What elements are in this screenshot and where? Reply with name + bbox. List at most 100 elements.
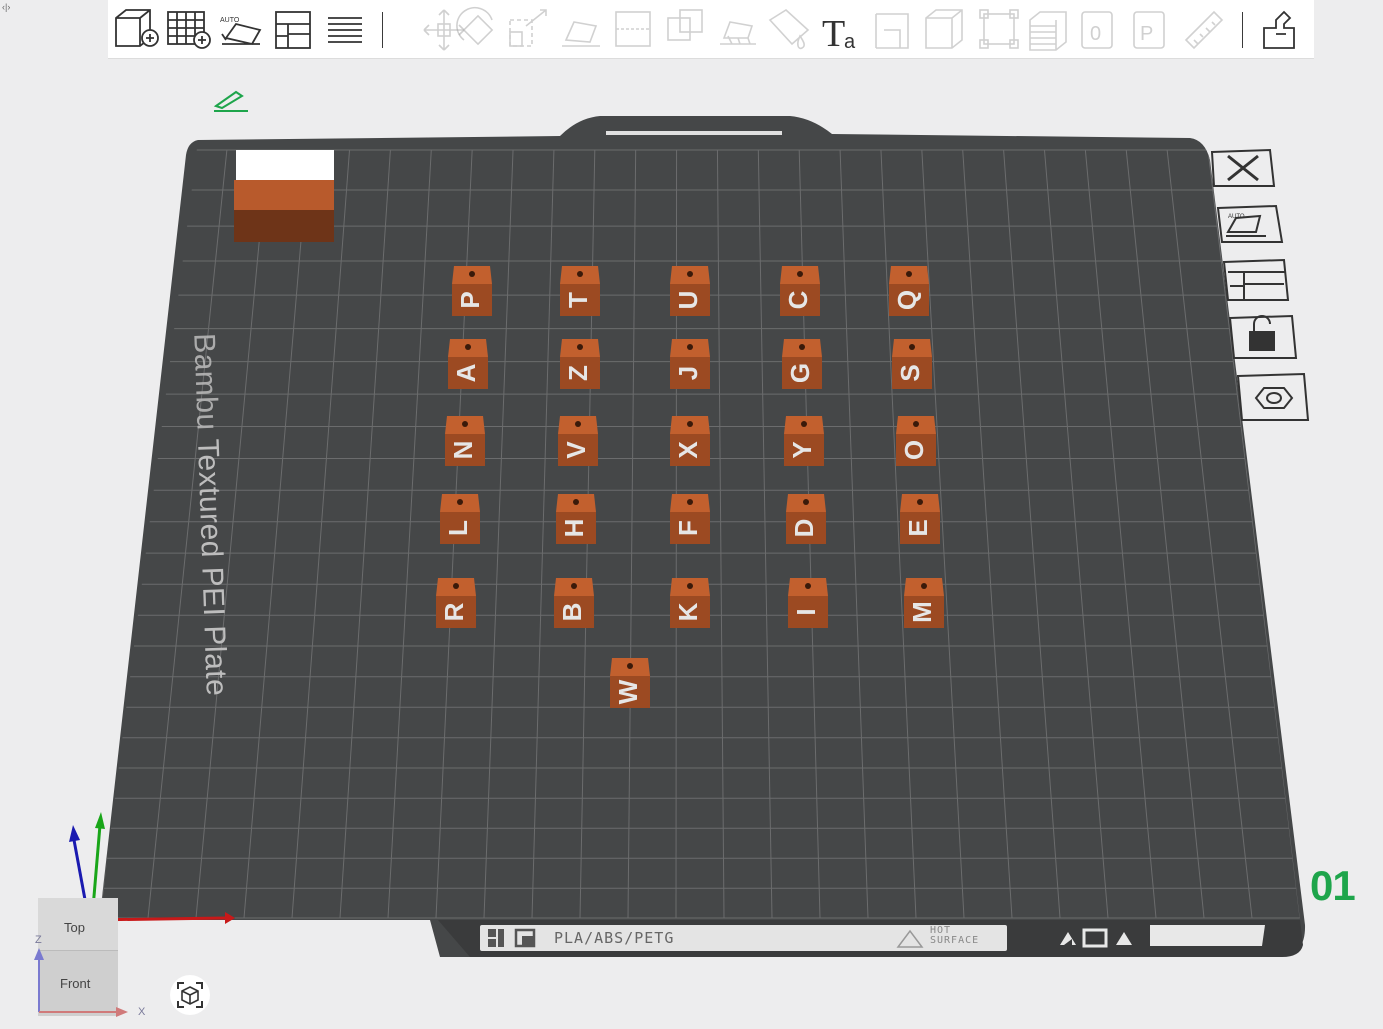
letter-block-label: R <box>439 602 469 621</box>
letter-block[interactable]: V <box>558 416 598 466</box>
lock-plate-icon[interactable] <box>1228 314 1298 359</box>
block-hole <box>627 663 633 669</box>
block-hole <box>799 344 805 350</box>
block-hole <box>803 499 809 505</box>
block-hole <box>906 271 912 277</box>
letter-block-label: K <box>673 602 703 621</box>
block-hole <box>687 583 693 589</box>
block-hole <box>571 583 577 589</box>
letter-block-label: I <box>791 608 821 615</box>
hot-surface-warning-icon <box>896 929 924 948</box>
plate-tools: AUTO <box>1208 146 1318 431</box>
letter-block[interactable]: Y <box>784 416 824 466</box>
letter-block[interactable]: A <box>448 339 488 389</box>
letter-block[interactable]: X <box>670 416 710 466</box>
letter-block[interactable]: W <box>610 658 650 708</box>
block-hole <box>457 499 463 505</box>
block-hole <box>462 421 468 427</box>
auto-orient-plate-icon[interactable] <box>1216 204 1284 243</box>
auto-plate-label: AUTO <box>1228 214 1245 220</box>
letter-block-label: A <box>451 363 481 382</box>
letter-block-label: Y <box>787 441 817 458</box>
letter-block[interactable]: S <box>892 339 932 389</box>
letter-block[interactable]: G <box>782 339 822 389</box>
letter-block-label: L <box>443 520 473 536</box>
letter-block[interactable]: J <box>670 339 710 389</box>
letter-block-label: F <box>673 520 703 536</box>
block-hole <box>687 499 693 505</box>
x-axis-label: X <box>138 1006 146 1018</box>
letter-block[interactable]: U <box>670 266 710 316</box>
fit-view-icon <box>177 982 203 1008</box>
block-hole <box>577 344 583 350</box>
letter-block-label: C <box>783 290 813 309</box>
z-axis-label: Z <box>35 934 42 946</box>
letter-block-label: Z <box>563 365 593 381</box>
letter-block[interactable]: H <box>556 494 596 544</box>
letter-block[interactable]: P <box>452 266 492 316</box>
arrange-plate-icon[interactable] <box>1222 258 1290 301</box>
letter-block-label: P <box>455 291 485 308</box>
letter-block-label: X <box>673 441 703 459</box>
letter-block[interactable]: L <box>440 494 480 544</box>
plate-number[interactable]: 01 <box>1310 862 1356 910</box>
letter-block[interactable]: O <box>896 416 936 466</box>
letter-block[interactable]: C <box>780 266 820 316</box>
block-hole <box>453 583 459 589</box>
block-hole <box>917 499 923 505</box>
block-hole <box>469 271 475 277</box>
block-hole <box>687 271 693 277</box>
letter-block[interactable]: F <box>670 494 710 544</box>
letter-block[interactable]: N <box>445 416 485 466</box>
letter-block-label: H <box>559 519 589 538</box>
letter-block-label: O <box>899 440 929 460</box>
letter-block[interactable]: D <box>786 494 826 544</box>
block-hole <box>573 499 579 505</box>
bambu-logo-icon <box>488 928 536 948</box>
letter-block-label: V <box>561 441 591 459</box>
block-hole <box>797 271 803 277</box>
letter-block[interactable]: T <box>560 266 600 316</box>
prime-tower[interactable] <box>234 150 334 242</box>
view-cube-axes <box>34 948 128 1017</box>
hot-surface-label: HOT SURFACE <box>930 926 979 946</box>
letter-block[interactable]: E <box>900 494 940 544</box>
letter-block[interactable]: M <box>904 578 944 628</box>
plate-name-prefix: Bambu <box>187 332 224 432</box>
zoom-fit-button[interactable] <box>170 975 210 1015</box>
letter-block-label: B <box>557 603 587 622</box>
block-hole <box>687 344 693 350</box>
close-plate-icon[interactable] <box>1210 148 1276 187</box>
letter-block-label: N <box>448 441 478 460</box>
letter-block[interactable]: I <box>788 578 828 628</box>
block-hole <box>801 421 807 427</box>
block-hole <box>913 421 919 427</box>
plate-settings-icon[interactable] <box>1236 372 1310 421</box>
letter-block-label: G <box>785 363 815 383</box>
letter-block-label: U <box>673 291 703 310</box>
letter-block[interactable]: K <box>670 578 710 628</box>
letter-block[interactable]: R <box>436 578 476 628</box>
block-hole <box>465 344 471 350</box>
letter-block[interactable]: Z <box>560 339 600 389</box>
letter-block[interactable]: Q <box>889 266 929 316</box>
letter-block-label: W <box>613 679 643 704</box>
filament-label: PLA/ABS/PETG <box>554 929 675 947</box>
hot-label-line2: SURFACE <box>930 935 980 946</box>
plate-handle <box>606 131 782 135</box>
plate-tool-icons: AUTO <box>1210 148 1310 421</box>
block-hole <box>909 344 915 350</box>
plate-label-strip: PLA/ABS/PETG HOT SURFACE <box>480 925 1007 951</box>
block-hole <box>575 421 581 427</box>
letter-block-label: D <box>789 519 819 538</box>
letter-block-label: M <box>907 601 937 623</box>
block-hole <box>921 583 927 589</box>
block-hole <box>805 583 811 589</box>
letter-block-label: J <box>673 366 703 380</box>
letter-block-label: E <box>903 519 933 536</box>
letter-block[interactable]: B <box>554 578 594 628</box>
block-hole <box>687 421 693 427</box>
letter-block-label: Q <box>892 290 922 310</box>
letter-block-label: S <box>895 364 925 381</box>
block-hole <box>577 271 583 277</box>
